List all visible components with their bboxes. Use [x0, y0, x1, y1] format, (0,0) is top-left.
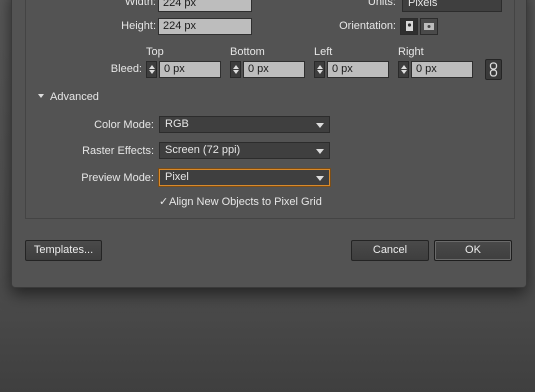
- link-bleed-button[interactable]: [485, 59, 502, 80]
- templates-button[interactable]: Templates...: [25, 240, 102, 261]
- color-mode-select[interactable]: RGB: [159, 116, 330, 133]
- bleed-bottom-stepper[interactable]: [230, 61, 241, 78]
- portrait-icon: [406, 21, 413, 31]
- color-mode-label: Color Mode:: [94, 119, 154, 131]
- units-select[interactable]: Pixels: [402, 0, 502, 12]
- preview-mode-value: Pixel: [165, 171, 189, 183]
- height-field[interactable]: 224 px: [158, 18, 252, 35]
- bleed-top-header: Top: [146, 46, 164, 58]
- units-select-value: Pixels: [408, 0, 438, 9]
- checkmark-icon: ✓: [159, 196, 169, 208]
- bleed-right-field[interactable]: 0 px: [411, 61, 473, 78]
- bleed-left-stepper[interactable]: [314, 61, 325, 78]
- align-pixel-grid-label: Align New Objects to Pixel Grid: [169, 196, 322, 208]
- width-label: Width:: [124, 0, 156, 8]
- color-mode-value: RGB: [165, 118, 189, 130]
- dialog-settings-panel: Width: 224 px Units: Pixels Height: 224 …: [25, 0, 515, 219]
- chevron-down-icon: [316, 123, 324, 128]
- units-label: Units:: [367, 0, 396, 8]
- landscape-orientation-button[interactable]: [420, 18, 438, 35]
- chevron-down-icon: [316, 149, 324, 154]
- bleed-right-header: Right: [398, 46, 424, 58]
- bleed-bottom-header: Bottom: [230, 46, 265, 58]
- height-label: Height:: [121, 20, 156, 32]
- bleed-left-field[interactable]: 0 px: [327, 61, 389, 78]
- bleed-bottom-field[interactable]: 0 px: [243, 61, 305, 78]
- advanced-label: Advanced: [50, 91, 99, 103]
- bleed-top-stepper[interactable]: [146, 61, 157, 78]
- triangle-down-icon: [38, 94, 44, 98]
- bleed-left-header: Left: [314, 46, 333, 58]
- bleed-top-field[interactable]: 0 px: [159, 61, 221, 78]
- landscape-icon: [424, 23, 434, 30]
- align-pixel-grid-checkbox[interactable]: ✓Align New Objects to Pixel Grid: [159, 195, 322, 208]
- width-field[interactable]: 224 px: [158, 0, 252, 12]
- bleed-right-stepper[interactable]: [398, 61, 409, 78]
- raster-effects-label: Raster Effects:: [82, 145, 154, 157]
- new-document-dialog: Width: 224 px Units: Pixels Height: 224 …: [11, 0, 527, 288]
- advanced-toggle[interactable]: Advanced: [38, 91, 99, 103]
- portrait-orientation-button[interactable]: [400, 18, 418, 35]
- chevron-down-icon: [316, 176, 324, 181]
- chain-link-icon: [489, 62, 498, 77]
- raster-effects-select[interactable]: Screen (72 ppi): [159, 142, 330, 159]
- ok-button[interactable]: OK: [434, 240, 512, 261]
- bleed-label: Bleed:: [110, 63, 142, 75]
- orientation-label: Orientation:: [339, 20, 396, 32]
- raster-effects-value: Screen (72 ppi): [165, 144, 241, 156]
- cancel-button[interactable]: Cancel: [351, 240, 429, 261]
- preview-mode-label: Preview Mode:: [81, 172, 154, 184]
- preview-mode-select[interactable]: Pixel: [159, 169, 330, 186]
